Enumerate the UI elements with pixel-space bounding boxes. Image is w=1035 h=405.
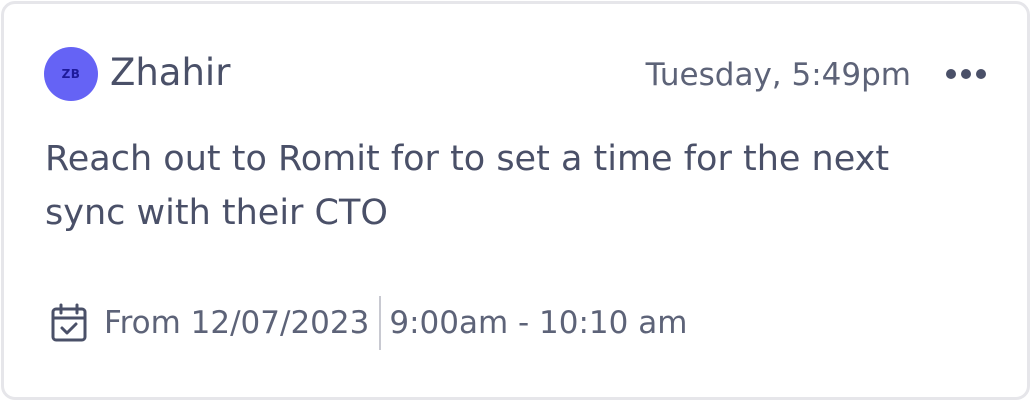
note-message: Reach out to Romit for to set a time for… [45,139,890,233]
more-dot [961,69,971,79]
avatar-initials: ZB [61,67,81,81]
avatar[interactable]: ZB [44,47,98,101]
timestamp: Tuesday, 5:49pm [645,57,911,93]
more-dot [976,69,986,79]
calendar-check-icon [51,303,87,342]
schedule-row: From 12/07/2023 9:00am - 10:10 am [50,296,687,350]
time-range: 9:00am - 10:10 am [389,305,688,341]
author-name[interactable]: Zhahir [110,50,230,96]
note-card: ZB Zhahir Tuesday, 5:49pm Reach out to R… [1,1,1030,400]
from-date: From 12/07/2023 [104,305,370,341]
more-options-icon[interactable] [943,60,989,88]
more-dot [946,69,956,79]
divider [379,296,382,350]
